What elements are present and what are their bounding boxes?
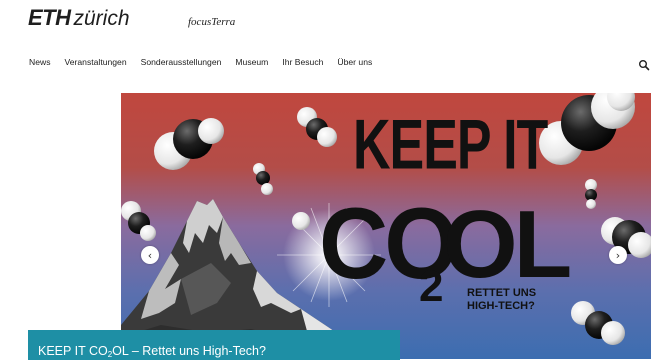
eth-logo[interactable]: ETH zürich — [28, 5, 130, 30]
caption-suffix: OL – Rettet uns High-Tech? — [112, 344, 266, 358]
site-header: ETH zürich focusTerra — [0, 0, 659, 40]
hero-ol: OL — [443, 191, 570, 298]
carousel-next-button[interactable]: › — [609, 246, 627, 264]
chevron-right-icon: › — [615, 248, 621, 262]
logo-eth-text: ETH — [28, 5, 71, 30]
logo-zurich-text: zürich — [73, 7, 130, 30]
nav-item-news[interactable]: News — [29, 57, 51, 67]
nav-item-museum[interactable]: Museum — [235, 57, 268, 67]
hero-banner[interactable]: KEEP IT CO 2 OL RETTET UNS HIGH-TECH? — [121, 93, 651, 359]
hero-sub2: 2 — [419, 262, 443, 311]
nav-item-veranstaltungen[interactable]: Veranstaltungen — [65, 57, 127, 67]
nav-item-ueber-uns[interactable]: Über uns — [337, 57, 372, 67]
hero-caption[interactable]: KEEP IT CO2OL – Rettet uns High-Tech? — [28, 330, 400, 360]
hero-tagline1: RETTET UNS — [467, 287, 536, 299]
caption-prefix: KEEP IT CO — [38, 344, 108, 358]
hero-line1: KEEP IT — [353, 106, 549, 184]
carousel-prev-button[interactable]: ‹ — [141, 246, 159, 264]
site-name[interactable]: focusTerra — [188, 16, 235, 28]
search-icon[interactable] — [638, 58, 650, 71]
nav-item-ihr-besuch[interactable]: Ihr Besuch — [282, 57, 323, 67]
hero-tagline2: HIGH-TECH? — [467, 300, 535, 312]
main-nav: News Veranstaltungen Sonderausstellungen… — [29, 57, 386, 67]
nav-item-sonderausstellungen[interactable]: Sonderausstellungen — [141, 57, 222, 67]
chevron-left-icon: ‹ — [147, 248, 153, 262]
